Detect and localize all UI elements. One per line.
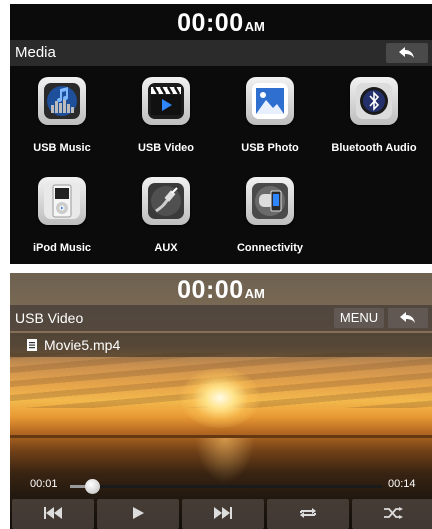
clock-ampm: AM: [244, 286, 265, 301]
tile-label: Connectivity: [236, 242, 303, 254]
page-title: Media: [15, 44, 56, 61]
media-screen: 00:00AM Media USB Music USB Video USB Ph…: [10, 4, 432, 264]
tile-ipod-music[interactable]: iPod Music: [10, 177, 114, 264]
tile-aux[interactable]: AUX: [114, 177, 218, 264]
previous-button[interactable]: [12, 499, 94, 529]
tile-bluetooth-audio[interactable]: Bluetooth Audio: [322, 77, 426, 177]
back-button[interactable]: [388, 308, 428, 328]
tile-label: USB Music: [33, 142, 91, 154]
shuffle-button[interactable]: [352, 499, 432, 529]
status-bar: 00:00AM: [10, 273, 432, 305]
elapsed-time: 00:01: [30, 478, 58, 490]
usb-video-screen: 00:00AM USB Video MENU Movie5.mp4 00:01 …: [10, 273, 432, 529]
usb-video-icon: [148, 83, 184, 119]
file-list-icon: [27, 339, 37, 351]
play-button[interactable]: [97, 499, 179, 529]
tile-usb-photo[interactable]: USB Photo: [218, 77, 322, 177]
tile-label: USB Photo: [241, 142, 299, 154]
bluetooth-audio-icon: [356, 83, 392, 119]
next-icon: [214, 507, 232, 519]
tile-label: USB Video: [137, 142, 195, 154]
usb-photo-icon: [252, 83, 288, 119]
back-button[interactable]: [386, 43, 428, 63]
clock-ampm: AM: [244, 19, 265, 34]
usb-music-icon: [44, 83, 80, 119]
previous-icon: [44, 507, 62, 519]
file-info-bar: Movie5.mp4: [10, 333, 432, 357]
repeat-icon: [300, 508, 316, 518]
progress-row: 00:01 00:14: [10, 475, 432, 497]
progress-knob[interactable]: [84, 479, 100, 494]
back-arrow-icon: [400, 312, 415, 323]
play-icon: [133, 507, 144, 519]
tile-usb-video[interactable]: USB Video: [114, 77, 218, 177]
tile-usb-music[interactable]: USB Music: [10, 77, 114, 177]
status-bar: 00:00AM: [10, 4, 432, 40]
connectivity-icon: [252, 183, 288, 219]
tile-connectivity[interactable]: Connectivity: [218, 177, 322, 264]
tile-label: iPod Music: [32, 242, 92, 254]
aux-cable-icon: [148, 183, 184, 219]
menu-button[interactable]: MENU: [334, 308, 384, 328]
playback-controls: [10, 499, 432, 529]
page-title: USB Video: [15, 310, 84, 326]
tile-label: AUX: [154, 242, 178, 254]
tile-label: Bluetooth Audio: [331, 142, 417, 154]
total-time: 00:14: [388, 478, 416, 490]
repeat-button[interactable]: [267, 499, 349, 529]
ipod-icon: [44, 183, 80, 219]
clock: 00:00: [177, 9, 244, 37]
progress-track[interactable]: [70, 479, 382, 494]
clock: 00:00: [177, 276, 244, 304]
title-bar: USB Video MENU: [10, 305, 432, 331]
file-name: Movie5.mp4: [44, 337, 121, 353]
title-bar: Media: [10, 40, 432, 66]
back-arrow-icon: [399, 47, 414, 58]
shuffle-icon: [384, 507, 403, 519]
next-button[interactable]: [182, 499, 264, 529]
